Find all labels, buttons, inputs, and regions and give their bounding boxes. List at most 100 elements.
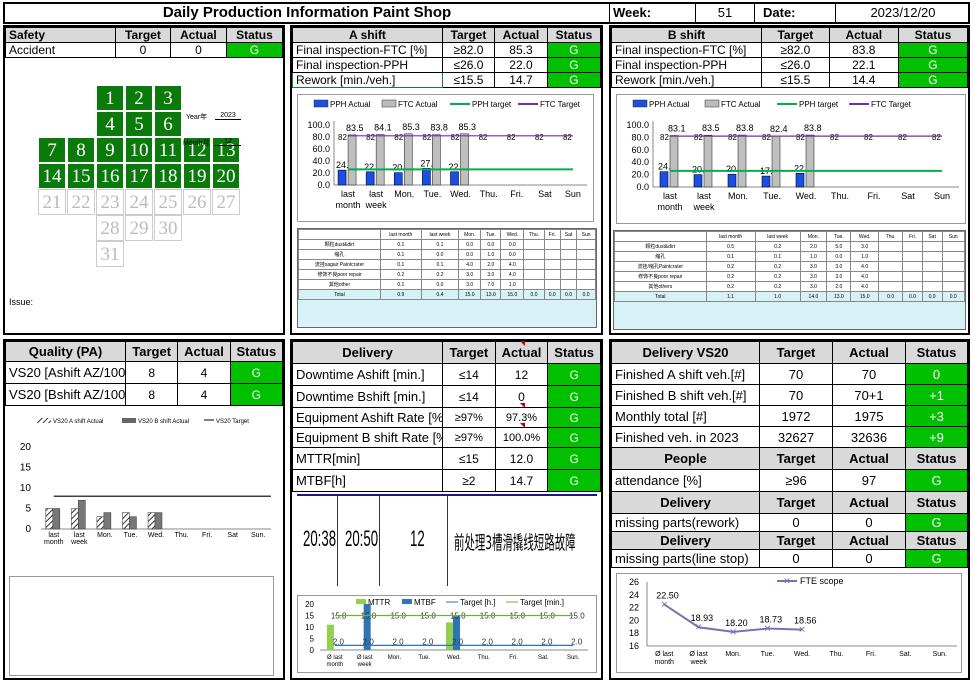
a-shift-bar bbox=[45, 508, 54, 530]
defect-col-header: Sat bbox=[921, 231, 943, 242]
ftc-target-label: 82 bbox=[762, 133, 771, 142]
defect-cell: 0.0 bbox=[941, 291, 965, 302]
ftc-target-label: 82 bbox=[563, 133, 572, 142]
ftc-label: 83.8 bbox=[736, 123, 754, 133]
b-shift-bar bbox=[154, 512, 163, 530]
comment-marker-icon bbox=[520, 341, 525, 346]
defect-cell: 缩孔 bbox=[298, 249, 381, 260]
legend-swatch bbox=[402, 599, 412, 604]
col-status: Status bbox=[905, 447, 968, 470]
defect-cell: 3.0 bbox=[850, 241, 879, 252]
row-actual: 70+1 bbox=[832, 384, 906, 406]
x-tick-label: Thu. bbox=[175, 532, 189, 539]
defect-cell: 3.0 bbox=[826, 271, 852, 282]
row-label: Downtime Ashift [min.] bbox=[292, 363, 443, 386]
x-tick-label: Sun bbox=[565, 189, 581, 199]
col-actual: Actual bbox=[832, 491, 906, 514]
defect-cell: 0.2 bbox=[705, 281, 756, 292]
table-row: Equipment B shift Rate [%] ≥97% 100.0% G bbox=[292, 427, 601, 448]
b-defect-table-box: last month last week Mon. Tue. Wed. Thu. Fri. S… bbox=[613, 230, 966, 330]
defect-cell: 0.0 bbox=[500, 249, 525, 260]
a-shift-table: A shift Target Actual Status Final inspecti… bbox=[292, 27, 602, 88]
status-badge: G bbox=[905, 513, 968, 532]
y-tick-label: 15 bbox=[20, 463, 32, 474]
defect-col-header: Sun bbox=[941, 231, 965, 242]
defect-cell bbox=[902, 251, 923, 262]
col-actual: Actual bbox=[832, 447, 906, 470]
defect-cell: 5.0 bbox=[826, 241, 852, 252]
row-actual: 32636 bbox=[832, 426, 906, 448]
x-tick-label: Tue. bbox=[418, 655, 430, 661]
defect-cell bbox=[576, 249, 596, 260]
defect-col-header: Mon. bbox=[799, 231, 828, 242]
defect-cell bbox=[543, 239, 561, 250]
col-actual: Actual bbox=[177, 341, 231, 362]
defect-cell bbox=[576, 259, 596, 270]
comment-marker-icon bbox=[520, 423, 525, 428]
event-end: 20:50 bbox=[345, 526, 379, 551]
table-row: VS20 [Bshift AZ/100] 8 4 G bbox=[5, 383, 284, 406]
defect-cell: 0.1 bbox=[379, 259, 422, 270]
defect-cell: 缩孔 bbox=[614, 251, 707, 262]
col-status: Status bbox=[905, 491, 968, 514]
defect-cell bbox=[941, 261, 965, 272]
fte-chart: ✕ FTE scope 16 18 20 22 24 26 ✕ 22.50 Ø last month ✕… bbox=[616, 573, 962, 673]
calendar-day: 31 bbox=[96, 241, 124, 267]
defect-cell: 0.2 bbox=[754, 271, 801, 282]
defect-cell: 3.0 bbox=[826, 261, 852, 272]
downtime-event-box: 20:38 20:50 12 前处理3槽滑撬线短路故障 bbox=[297, 494, 597, 589]
row-actual: 14.7 bbox=[494, 469, 549, 492]
col-target: Target bbox=[124, 341, 179, 362]
ftc-bar bbox=[460, 133, 469, 186]
calendar-day: 17 bbox=[125, 163, 153, 189]
vs20-table: Delivery VS20 Target Actual Status Finished… bbox=[611, 341, 968, 568]
status-badge: +3 bbox=[905, 405, 968, 427]
table-row: missing parts(line stop) 0 0 G bbox=[611, 549, 968, 568]
calendar-day: 11 bbox=[154, 137, 182, 163]
safety-title: Safety bbox=[5, 27, 116, 43]
row-label: Final inspection-FTC [%] bbox=[292, 42, 443, 58]
defect-cell: 颗粒dust&dirt bbox=[298, 239, 381, 250]
row-label: MTBF[h] bbox=[292, 469, 443, 492]
defect-cell bbox=[543, 249, 561, 260]
y-tick-label: 20 bbox=[305, 600, 314, 609]
defect-cell bbox=[576, 279, 596, 290]
status-badge: G bbox=[547, 447, 601, 470]
row-label: missing parts(rework) bbox=[611, 513, 760, 532]
defect-cell: 0.1 bbox=[705, 251, 756, 262]
defect-cell bbox=[921, 241, 943, 252]
b-shift-chart-svg: PPH Actual FTC Actual PPH target FTC Target… bbox=[626, 99, 959, 212]
col-target: Target bbox=[759, 447, 833, 470]
defect-cell: 15.0 bbox=[458, 289, 482, 300]
x-tick-label: Mon. bbox=[388, 655, 402, 661]
row-label: Equipment B shift Rate [%] bbox=[292, 427, 443, 448]
ftc-target-label: 82 bbox=[830, 133, 839, 142]
y-tick-label: 22 bbox=[629, 603, 639, 613]
defect-cell: 1.0 bbox=[500, 279, 525, 290]
row-target: ≥97% bbox=[442, 427, 496, 448]
y-tick-label: 0.0 bbox=[317, 180, 330, 190]
row-actual: 22.1 bbox=[828, 57, 899, 73]
defect-cell bbox=[559, 239, 578, 250]
status-badge: G bbox=[546, 57, 602, 73]
defect-cell: 4.0 bbox=[500, 259, 525, 270]
x-tick-label: Fri. bbox=[510, 189, 523, 199]
x-tick-label: week bbox=[70, 539, 88, 546]
pph-bar bbox=[795, 172, 805, 188]
b-shift-bar bbox=[52, 508, 61, 530]
ftc-target-label: 82 bbox=[660, 133, 669, 142]
row-target: ≤14 bbox=[442, 385, 496, 408]
page-title: Daily Production Information Paint Shop bbox=[5, 4, 610, 22]
row-target: ≤26.0 bbox=[761, 57, 830, 73]
row-actual: 12 bbox=[494, 363, 549, 386]
col-actual: Actual bbox=[832, 531, 906, 550]
data-label: 22.50 bbox=[656, 590, 679, 600]
calendar-day: 8 bbox=[67, 137, 95, 163]
y-tick-label: 0.0 bbox=[636, 182, 649, 192]
legend-swatch bbox=[122, 418, 136, 423]
col-status: Status bbox=[905, 341, 968, 364]
defect-cell: 7.0 bbox=[480, 279, 502, 290]
y-tick-label: 24 bbox=[629, 590, 639, 600]
table-row: Monthly total [#] 1972 1975 +3 bbox=[611, 405, 968, 427]
a-shift-chart-svg: PPH Actual FTC Actual PPH target FTC Target… bbox=[307, 99, 587, 210]
